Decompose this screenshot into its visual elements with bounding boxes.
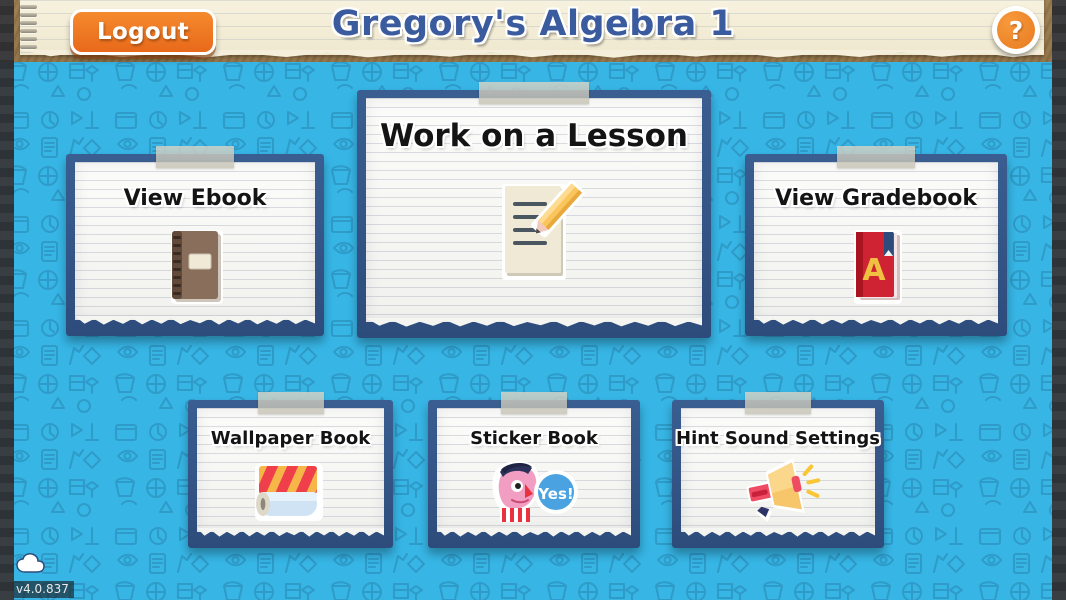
card-view-gradebook[interactable]: View Gradebook A xyxy=(745,146,1007,336)
spiral-binding-icon xyxy=(18,2,40,58)
logout-button[interactable]: Logout xyxy=(70,9,216,55)
wallpaper-roll-icon xyxy=(241,458,341,528)
app-header: Gregory's Algebra 1 Logout ? xyxy=(0,0,1066,62)
version-label: v4.0.837 xyxy=(12,581,74,598)
spiral-notebook-icon xyxy=(155,222,235,310)
character-sticker-yes-icon: Yes! xyxy=(484,456,584,530)
card-label: Hint Sound Settings xyxy=(676,428,880,449)
red-book-grade-a-icon: A xyxy=(836,222,916,310)
card-sticker-book[interactable]: Sticker Book Yes! xyxy=(428,392,640,548)
card-label: Sticker Book xyxy=(470,428,598,449)
gradebook-letter: A xyxy=(862,253,886,288)
card-tape xyxy=(156,146,234,168)
card-wallpaper-book[interactable]: Wallpaper Book xyxy=(188,392,393,548)
card-label: View Gradebook xyxy=(774,186,978,211)
notepad-and-pencil-icon xyxy=(474,168,594,298)
card-hint-sound-settings[interactable]: Hint Sound Settings xyxy=(672,392,884,548)
card-work-on-a-lesson[interactable]: Work on a Lesson xyxy=(357,82,711,338)
sticker-speech-text: Yes! xyxy=(537,485,573,503)
left-edge-strip xyxy=(0,0,14,600)
card-tape xyxy=(837,146,915,168)
logout-button-label: Logout xyxy=(97,19,189,45)
cloud-icon[interactable] xyxy=(16,552,50,574)
help-button-label: ? xyxy=(1008,15,1024,45)
card-tape xyxy=(479,82,589,104)
card-label: Work on a Lesson xyxy=(379,118,688,154)
card-tape xyxy=(501,392,567,414)
question-mark-icon: ? xyxy=(997,11,1035,49)
card-tape xyxy=(745,392,811,414)
help-button[interactable]: ? xyxy=(992,6,1040,54)
app-root: Gregory's Algebra 1 Logout ? Work on a L… xyxy=(0,0,1066,600)
right-edge-strip xyxy=(1052,0,1066,600)
card-label: View Ebook xyxy=(123,186,267,211)
card-tape xyxy=(257,392,324,414)
card-label: Wallpaper Book xyxy=(210,428,371,449)
card-view-ebook[interactable]: View Ebook xyxy=(66,146,324,336)
megaphone-icon xyxy=(728,456,828,530)
